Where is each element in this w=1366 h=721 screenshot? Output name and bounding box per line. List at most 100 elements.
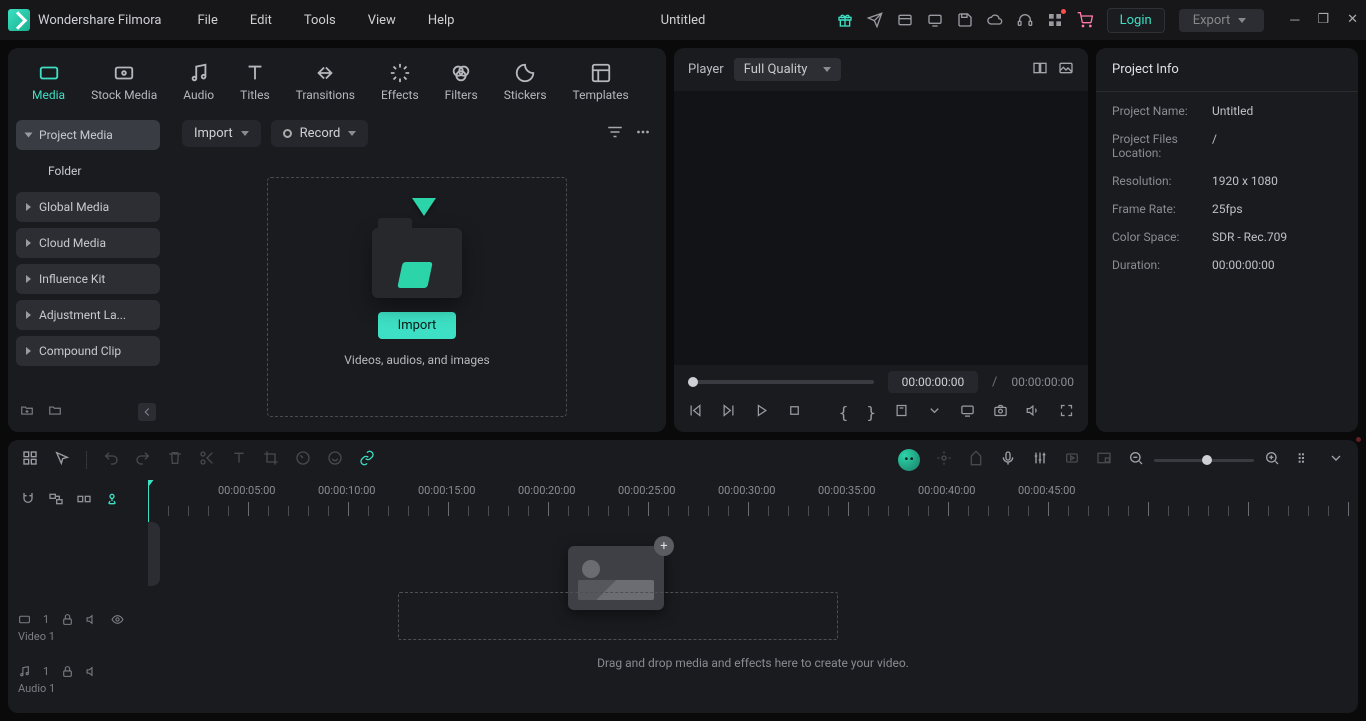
tab-stickers[interactable]: Stickers — [496, 58, 555, 106]
zoom-out-icon[interactable] — [1128, 450, 1144, 470]
minimize-button[interactable]: ─ — [1290, 12, 1299, 28]
track-options-icon[interactable] — [1296, 450, 1312, 470]
maximize-button[interactable]: ❐ — [1317, 12, 1329, 28]
folder-icon[interactable] — [48, 403, 62, 421]
cursor-icon[interactable] — [54, 450, 70, 470]
menu-tools[interactable]: Tools — [298, 9, 342, 32]
gift-icon[interactable] — [837, 12, 853, 28]
tab-audio[interactable]: Audio — [175, 58, 222, 106]
import-dropdown[interactable]: Import — [182, 120, 261, 147]
auto-ripple-icon[interactable] — [104, 491, 120, 511]
redo-icon[interactable] — [135, 450, 151, 470]
menu-help[interactable]: Help — [422, 9, 461, 32]
device-icon[interactable] — [927, 12, 943, 28]
new-folder-icon[interactable] — [20, 403, 34, 421]
tree-influence-kit[interactable]: Influence Kit — [16, 264, 160, 294]
tree-global-media[interactable]: Global Media — [16, 192, 160, 222]
close-button[interactable]: ✕ — [1347, 12, 1358, 28]
apps-icon[interactable] — [1047, 12, 1063, 28]
timecode-current[interactable]: 00:00:00:00 — [888, 371, 978, 393]
layout-icon[interactable] — [22, 450, 38, 470]
tab-templates[interactable]: Templates — [565, 58, 637, 106]
enhance-icon[interactable] — [936, 450, 952, 470]
crop-icon[interactable] — [263, 450, 279, 470]
tab-titles[interactable]: Titles — [232, 58, 277, 106]
quality-dropdown[interactable]: Full Quality — [734, 58, 842, 81]
tree-project-media[interactable]: Project Media — [16, 120, 160, 150]
undo-icon[interactable] — [103, 450, 119, 470]
tree-compound-clip[interactable]: Compound Clip — [16, 336, 160, 366]
speed-icon[interactable] — [295, 450, 311, 470]
chevron-down-icon[interactable] — [927, 403, 942, 422]
ai-assistant-icon[interactable] — [898, 449, 920, 471]
menu-file[interactable]: File — [191, 9, 223, 32]
snapshot-icon[interactable] — [993, 403, 1008, 422]
text-tool-icon[interactable] — [231, 450, 247, 470]
zoom-in-icon[interactable] — [1264, 450, 1280, 470]
cloud-icon[interactable] — [987, 12, 1003, 28]
stop-icon[interactable] — [787, 403, 802, 422]
marker-icon[interactable] — [968, 450, 984, 470]
tab-media[interactable]: Media — [24, 58, 73, 106]
linked-select-icon[interactable] — [48, 491, 64, 511]
tab-stock[interactable]: Stock Media — [83, 58, 165, 106]
volume-icon[interactable] — [1026, 403, 1041, 422]
timeline-ruler[interactable]: 00:00:05:00 00:00:10:00 00:00:15:00 00:0… — [148, 480, 1358, 522]
eye-icon[interactable] — [111, 613, 124, 626]
magnet-icon[interactable] — [20, 491, 36, 511]
login-button[interactable]: Login — [1107, 8, 1165, 33]
tree-folder[interactable]: Folder — [16, 156, 160, 186]
inbox-icon[interactable] — [897, 12, 913, 28]
audio-track-header[interactable]: 1 Audio 1 — [8, 654, 148, 706]
delete-icon[interactable] — [167, 450, 183, 470]
render-icon[interactable] — [1096, 450, 1112, 470]
video-track-header[interactable]: 1 Video 1 — [8, 602, 148, 654]
lock-icon[interactable] — [61, 613, 74, 626]
mark-out-icon[interactable]: } — [866, 403, 876, 422]
mic-icon[interactable] — [1000, 450, 1016, 470]
mixer-icon[interactable] — [1032, 450, 1048, 470]
tree-cloud-media[interactable]: Cloud Media — [16, 228, 160, 258]
prev-frame-icon[interactable] — [688, 403, 703, 422]
marker-dropdown-icon[interactable] — [894, 403, 909, 422]
zoom-slider[interactable] — [1154, 459, 1254, 462]
save-icon[interactable] — [957, 12, 973, 28]
lock-icon[interactable] — [61, 665, 74, 678]
tree-adjustment-layer[interactable]: Adjustment La... — [16, 300, 160, 330]
more-icon[interactable] — [634, 123, 652, 145]
tab-filters[interactable]: Filters — [437, 58, 486, 106]
tab-effects[interactable]: Effects — [373, 58, 427, 106]
menu-view[interactable]: View — [362, 9, 402, 32]
mute-icon[interactable] — [86, 665, 99, 678]
menu-edit[interactable]: Edit — [244, 9, 278, 32]
step-forward-icon[interactable] — [721, 403, 736, 422]
cart-icon[interactable] — [1077, 12, 1093, 28]
timeline-track-area[interactable]: + Drag and drop media and effects here t… — [148, 522, 1358, 713]
split-icon[interactable] — [199, 450, 215, 470]
fullscreen-icon[interactable] — [1059, 403, 1074, 422]
playhead[interactable] — [148, 480, 149, 522]
picture-icon[interactable] — [1058, 60, 1074, 80]
compare-view-icon[interactable] — [1032, 60, 1048, 80]
collapse-tree-icon[interactable] — [138, 403, 156, 421]
import-button[interactable]: Import — [378, 312, 457, 339]
display-icon[interactable] — [960, 403, 975, 422]
sort-icon[interactable] — [606, 123, 624, 145]
export-button[interactable]: Export — [1179, 9, 1265, 32]
player-canvas[interactable] — [674, 91, 1088, 365]
plus-icon[interactable]: + — [654, 536, 674, 556]
chevron-down-icon[interactable] — [1328, 450, 1344, 470]
send-icon[interactable] — [867, 12, 883, 28]
tab-transitions[interactable]: Transitions — [288, 58, 363, 106]
import-dropzone[interactable]: Import Videos, audios, and images — [267, 177, 567, 417]
record-dropdown[interactable]: Record — [271, 120, 369, 147]
seek-slider[interactable] — [688, 380, 874, 384]
mark-in-icon[interactable]: { — [839, 403, 849, 422]
color-ai-icon[interactable] — [327, 450, 343, 470]
timeline-drop-target[interactable] — [398, 592, 838, 640]
keyframe-icon[interactable] — [1064, 450, 1080, 470]
support-icon[interactable] — [1017, 12, 1033, 28]
play-icon[interactable] — [754, 403, 769, 422]
link-icon[interactable] — [359, 450, 375, 470]
ripple-icon[interactable] — [76, 491, 92, 511]
